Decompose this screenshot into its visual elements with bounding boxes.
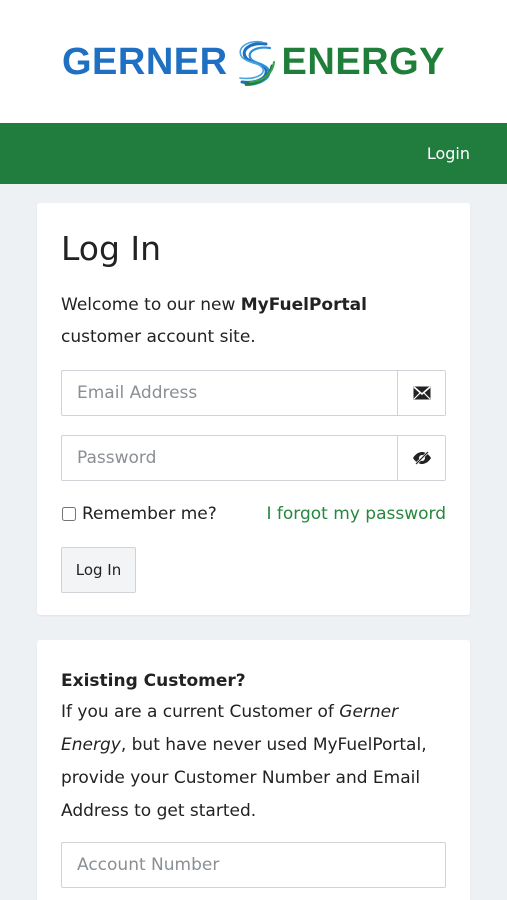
remember-me-label: Remember me? [82,504,217,524]
page-title: Log In [61,229,162,268]
email-input[interactable] [62,371,397,415]
portal-name: MyFuelPortal [240,295,367,315]
forgot-password-link[interactable]: I forgot my password [267,504,447,524]
site-header: GERNER ENERGY [0,0,507,123]
envelope-icon [397,371,445,415]
email-input-group [61,370,446,416]
existing-customer-title: Existing Customer? [61,671,246,691]
eye-slash-icon[interactable] [397,436,445,480]
account-number-input[interactable] [62,843,445,887]
existing-text-start: If you are a current Customer of [61,702,340,722]
gerner-energy-logo[interactable]: GERNER ENERGY [62,40,445,86]
swoosh-logo-icon [236,40,276,86]
password-input[interactable] [62,436,397,480]
remember-row: Remember me? I forgot my password [61,504,446,524]
welcome-text-start: Welcome to our new [61,295,241,315]
remember-me-checkbox[interactable] [62,507,76,521]
existing-customer-card: Existing Customer? If you are a current … [37,640,470,900]
logo-text-energy: ENERGY [281,41,446,83]
remember-me[interactable]: Remember me? [61,504,217,524]
top-navbar: Login [0,123,507,184]
existing-customer-text: If you are a current Customer of Gerner … [61,696,446,828]
login-card: Log In Welcome to our new MyFuelPortal c… [37,203,470,615]
logo-text-gerner: GERNER [61,41,228,83]
nav-login-link[interactable]: Login [427,144,470,163]
password-input-group [61,435,446,481]
login-button[interactable]: Log In [61,547,136,593]
welcome-text-end: customer account site. [61,327,256,347]
welcome-text: Welcome to our new MyFuelPortal customer… [61,289,446,353]
account-number-group [61,842,446,888]
